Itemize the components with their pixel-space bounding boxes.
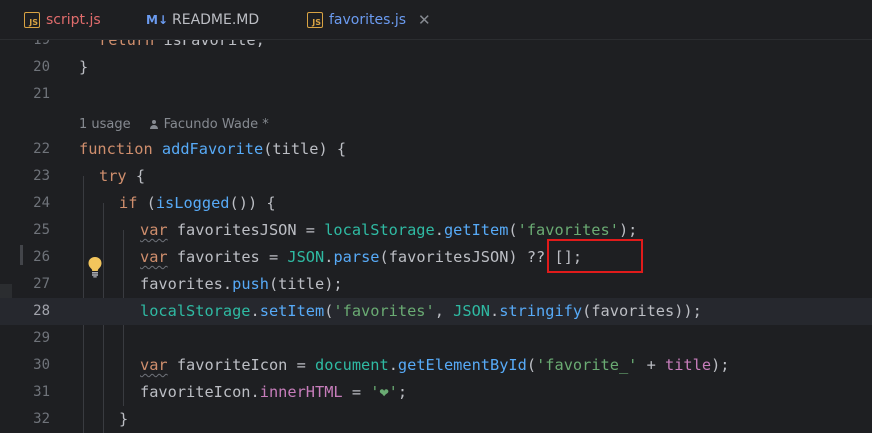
author-label[interactable]: Facundo Wade *	[164, 117, 269, 132]
code-token: return	[99, 40, 155, 49]
code-token: (title);	[268, 275, 343, 293]
code-token: favorites =	[167, 248, 288, 266]
code-token: innerHTML	[259, 383, 343, 401]
code-token: (favorites));	[582, 302, 702, 320]
code-token: function	[79, 140, 153, 158]
tab-favorites-js[interactable]: JS favorites.js ✕	[307, 0, 431, 40]
person-icon	[149, 119, 159, 130]
code-line[interactable]: 19 return isFavorite;	[0, 40, 872, 54]
usage-count[interactable]: 1 usage	[79, 117, 131, 132]
code-token: favoritesJSON =	[167, 221, 325, 239]
markdown-icon: M↓	[146, 13, 168, 27]
lightbulb-icon[interactable]	[87, 256, 103, 278]
tab-label: README.MD	[172, 12, 260, 28]
code-line[interactable]: 29	[0, 325, 872, 352]
line-number: 22	[33, 141, 50, 157]
line-number: 19	[33, 40, 50, 48]
code-token: try	[99, 167, 127, 185]
code-token: +	[637, 356, 666, 374]
tab-readme-md[interactable]: M↓ README.MD	[146, 0, 259, 40]
js-icon: JS	[307, 12, 323, 28]
code-token: JSON	[287, 248, 325, 266]
code-token: addFavorite	[161, 140, 264, 158]
code-token: getElementById	[397, 356, 527, 374]
line-number: 31	[33, 384, 50, 400]
code-token: isFavorite;	[154, 40, 265, 49]
code-line[interactable]: 31 favoriteIcon.innerHTML = '❤';	[0, 379, 872, 406]
line-number: 20	[33, 59, 50, 75]
line-number: 25	[33, 222, 50, 238]
code-token: push	[232, 275, 269, 293]
code-token: .	[388, 356, 398, 374]
code-token: favoriteIcon =	[167, 356, 315, 374]
code-token: '❤'	[370, 383, 398, 401]
code-token: =	[342, 383, 371, 401]
code-token: ;	[397, 383, 408, 401]
code-token: localStorage	[140, 302, 251, 320]
code-token: .	[434, 221, 444, 239]
code-token: JSON	[453, 302, 490, 320]
code-line[interactable]: 26 var favorites = JSON.parse(favoritesJ…	[0, 244, 872, 271]
code-line[interactable]: 30 var favoriteIcon = document.getElemen…	[0, 352, 872, 379]
code-token: );	[711, 356, 730, 374]
code-token: }	[79, 58, 89, 76]
code-token: ()) {	[229, 194, 276, 212]
code-token: {	[126, 167, 146, 185]
code-token: ,	[434, 302, 454, 320]
code-token: 'favorites'	[517, 221, 619, 239]
line-number: 28	[33, 303, 50, 319]
code-line[interactable]: 27 favorites.push(title);	[0, 271, 872, 298]
code-line[interactable]: 22 function addFavorite(title) {	[0, 136, 872, 163]
code-token: (title) {	[263, 140, 347, 158]
code-token: var	[140, 221, 168, 239]
code-line[interactable]: 20 }	[0, 54, 872, 81]
code-token: var	[140, 356, 168, 374]
js-icon: JS	[24, 12, 40, 28]
code-editor[interactable]: 19 return isFavorite; 20 } 21 1 usage Fa…	[0, 40, 872, 433]
code-token: (	[508, 221, 518, 239]
code-token: stringify	[499, 302, 583, 320]
close-tab-icon[interactable]: ✕	[418, 11, 431, 29]
code-token: }	[119, 410, 129, 428]
tab-script-js[interactable]: JS script.js	[24, 0, 101, 40]
code-line[interactable]: 25 var favoritesJSON = localStorage.getI…	[0, 217, 872, 244]
code-line[interactable]: 23 try {	[0, 163, 872, 190]
tab-label: favorites.js	[329, 12, 407, 28]
tab-label: script.js	[46, 12, 101, 28]
code-token: title	[665, 356, 712, 374]
line-number: 29	[33, 330, 50, 346]
code-token: isLogged	[155, 194, 230, 212]
code-token: favoriteIcon.	[140, 383, 260, 401]
line-number: 24	[33, 195, 50, 211]
line-number: 32	[33, 411, 50, 427]
code-token: if	[119, 194, 138, 212]
code-token: (	[137, 194, 156, 212]
code-token: getItem	[443, 221, 509, 239]
line-number: 23	[33, 168, 50, 184]
code-line[interactable]: 24 if (isLogged()) {	[0, 190, 872, 217]
code-line-current[interactable]: 28 localStorage.setItem('favorites', JSO…	[0, 298, 872, 325]
code-token: (	[526, 356, 537, 374]
code-line[interactable]: 32 }	[0, 406, 872, 433]
code-token: document	[315, 356, 389, 374]
code-token: .	[490, 302, 500, 320]
line-number: 27	[33, 276, 50, 292]
line-number: 26	[33, 249, 50, 265]
code-token: var	[140, 248, 168, 266]
code-token: setItem	[259, 302, 325, 320]
code-token: 'favorites'	[333, 302, 435, 320]
code-token: 'favorite_'	[536, 356, 638, 374]
code-token: .	[250, 302, 260, 320]
editor-tab-bar: JS script.js M↓ README.MD JS favorites.j…	[0, 0, 872, 40]
code-token: favorites.	[140, 275, 233, 293]
line-number: 30	[33, 357, 50, 373]
code-vision-hint[interactable]: 1 usage Facundo Wade *	[79, 111, 269, 138]
code-line[interactable]: 21	[0, 81, 872, 108]
code-token: localStorage	[324, 221, 435, 239]
code-token: parse	[333, 248, 380, 266]
line-number: 21	[33, 86, 50, 102]
highlight-box	[547, 239, 643, 273]
code-token: );	[618, 221, 638, 239]
